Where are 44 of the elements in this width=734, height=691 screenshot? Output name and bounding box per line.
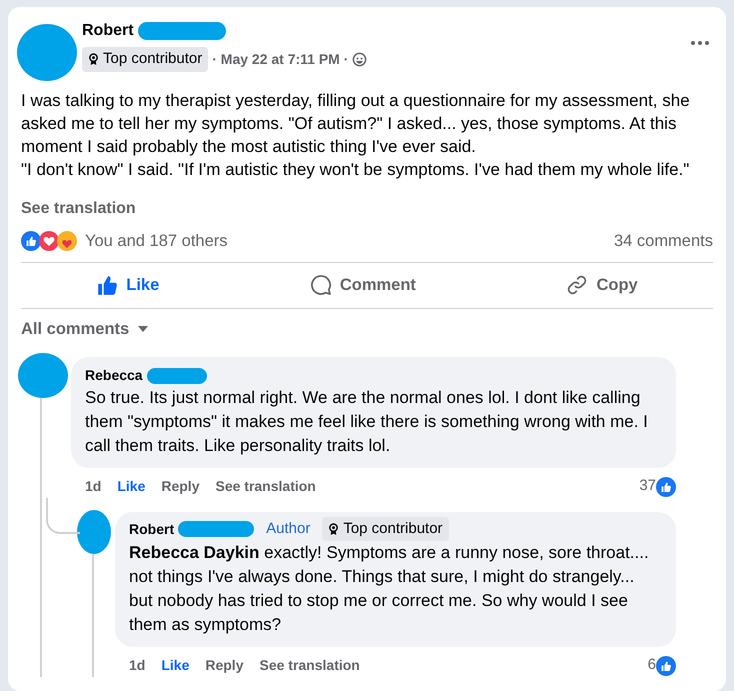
reactions-summary: You and 187 others	[85, 231, 228, 252]
medal-icon	[88, 52, 99, 66]
reply-button[interactable]: Reply	[205, 655, 244, 676]
comment-button[interactable]: Comment	[298, 266, 428, 304]
author-label: Author	[266, 518, 310, 539]
comment-icon	[310, 274, 332, 296]
reply-button[interactable]: Reply	[161, 476, 200, 497]
medal-icon	[328, 522, 340, 536]
see-translation-link[interactable]: See translation	[21, 200, 136, 217]
like-button[interactable]: Like	[84, 266, 172, 304]
like-icon	[96, 274, 118, 296]
comment-author: Robert	[129, 520, 174, 538]
comment-author: Rebecca	[85, 366, 143, 386]
like-reaction-icon	[656, 476, 676, 496]
comment-time: 1d	[129, 656, 146, 675]
author-name: Robert	[82, 21, 134, 41]
see-translation-link[interactable]: See translation	[215, 476, 316, 497]
audience-icon	[352, 52, 368, 67]
contributor-badge: Top contributor	[82, 47, 208, 72]
more-icon	[691, 41, 709, 45]
like-reaction-icon	[21, 231, 41, 252]
like-reaction-icon	[656, 656, 676, 676]
post-text: "I don't know" I said. "If I'm autistic they won't be symptoms. I've had them my whole life."	[21, 159, 690, 181]
comment-time: 1d	[85, 477, 102, 496]
link-icon	[566, 274, 588, 296]
care-reaction-icon	[57, 231, 77, 252]
avatar	[18, 353, 68, 398]
post-text: I was talking to my therapist yesterday, filling out a questionnaire for my assessment, she asked me to tell her my symptoms. "Of autism?" I asked... yes, those symptoms. At this moment I said probably the most autistic thing I've ever said.	[21, 90, 691, 158]
post-date: · May 22 at 7:11 PM ·	[212, 50, 348, 69]
see-translation-link[interactable]: See translation	[259, 655, 360, 676]
caret-icon	[137, 324, 150, 333]
comment-count[interactable]: 34 comments	[614, 229, 713, 254]
comments-filter-button[interactable]: All comments	[21, 312, 150, 346]
reaction-count: 6	[648, 655, 656, 676]
comment-like-button[interactable]: Like	[161, 655, 190, 676]
comment-text: Rebecca Daykin exactly! Symptoms are a runny nose, sore throat.... not things I've always done. Things that sure, I might do strangely... but nobody has tried to stop me or correct me. So why would I see them as symptoms?	[129, 542, 650, 636]
avatar	[77, 510, 111, 554]
comment-like-button[interactable]: Like	[117, 476, 146, 497]
redaction-mark	[146, 368, 207, 384]
love-reaction-icon	[39, 231, 59, 252]
contributor-badge: Top contributor	[322, 516, 449, 542]
copy-button[interactable]: Copy	[554, 266, 650, 304]
comment-text: So true. Its just normal right. We are the normal ones lol. I dont like calling them "symptoms" it makes me feel like there is something wrong with me. I call them traits. Like personality traits lol.	[85, 387, 649, 458]
reaction-count: 37	[639, 476, 656, 496]
